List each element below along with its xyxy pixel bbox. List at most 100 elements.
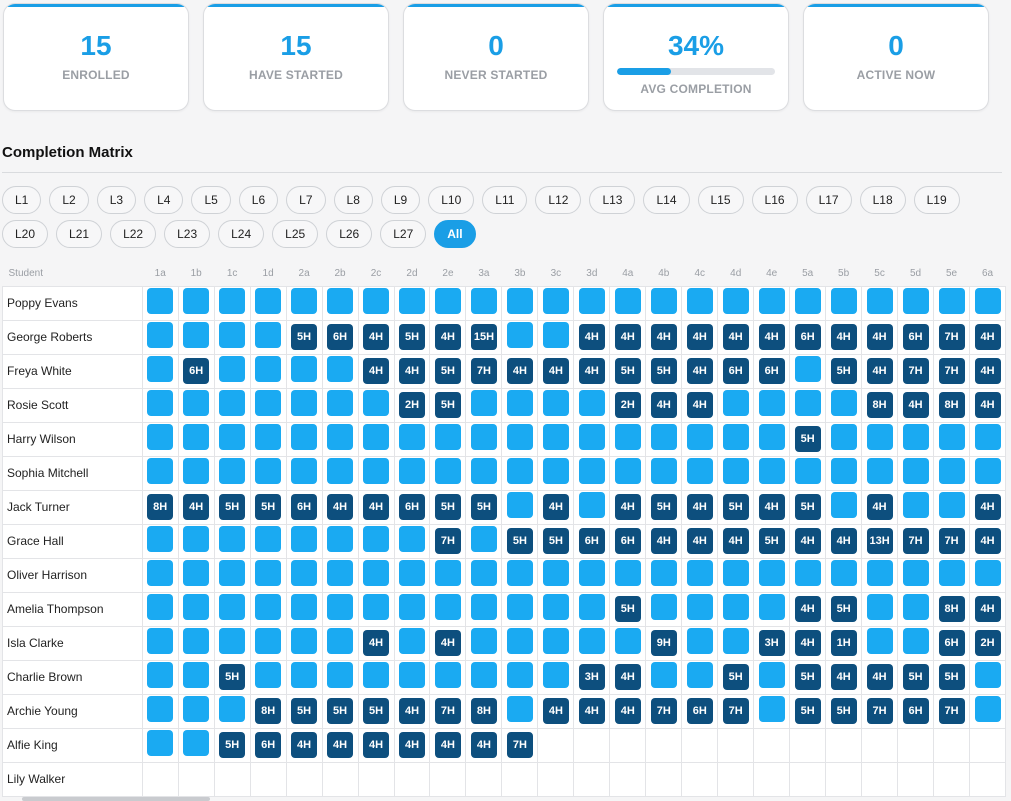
progress-cell-in-progress[interactable]	[434, 661, 461, 688]
progress-cell-completed[interactable]: 5H	[470, 494, 497, 520]
progress-cell-in-progress[interactable]	[219, 695, 246, 722]
progress-cell-in-progress[interactable]	[183, 627, 210, 654]
progress-cell-in-progress[interactable]	[327, 593, 354, 620]
progress-cell-in-progress[interactable]	[794, 287, 821, 314]
progress-cell-in-progress[interactable]	[830, 559, 857, 586]
progress-cell-completed[interactable]: 4H	[650, 324, 677, 350]
progress-cell-in-progress[interactable]	[363, 593, 390, 620]
progress-cell-completed[interactable]: 4H	[363, 494, 390, 520]
progress-cell-in-progress[interactable]	[722, 423, 749, 450]
progress-cell-in-progress[interactable]	[578, 389, 605, 416]
progress-cell-completed[interactable]: 7H	[938, 528, 965, 554]
progress-cell-completed[interactable]: 6H	[938, 630, 965, 656]
progress-cell-completed[interactable]: 9H	[650, 630, 677, 656]
progress-cell-completed[interactable]: 4H	[578, 698, 605, 724]
progress-cell-in-progress[interactable]	[650, 559, 677, 586]
progress-cell-in-progress[interactable]	[974, 661, 1001, 688]
progress-cell-in-progress[interactable]	[722, 287, 749, 314]
filter-chip-l23[interactable]: L23	[164, 220, 211, 248]
progress-cell-completed[interactable]: 6H	[398, 494, 425, 520]
filter-chip-l11[interactable]: L11	[482, 186, 528, 214]
progress-cell-completed[interactable]: 5H	[830, 698, 857, 724]
progress-cell-in-progress[interactable]	[506, 627, 533, 654]
progress-cell-completed[interactable]: 7H	[938, 324, 965, 350]
progress-cell-in-progress[interactable]	[470, 525, 497, 552]
progress-cell-in-progress[interactable]	[542, 559, 569, 586]
progress-cell-completed[interactable]: 4H	[686, 358, 713, 384]
progress-cell-in-progress[interactable]	[291, 593, 318, 620]
progress-cell-in-progress[interactable]	[327, 559, 354, 586]
progress-cell-completed[interactable]: 5H	[830, 596, 857, 622]
filter-chip-l10[interactable]: L10	[428, 186, 475, 214]
progress-cell-in-progress[interactable]	[686, 593, 713, 620]
progress-cell-in-progress[interactable]	[255, 355, 282, 382]
filter-chip-all[interactable]: All	[434, 220, 476, 248]
progress-cell-completed[interactable]: 8H	[470, 698, 497, 724]
progress-cell-completed[interactable]: 4H	[578, 358, 605, 384]
progress-cell-completed[interactable]: 8H	[938, 392, 965, 418]
progress-cell-completed[interactable]: 6H	[578, 528, 605, 554]
progress-cell-completed[interactable]: 4H	[183, 494, 210, 520]
progress-cell-completed[interactable]: 7H	[938, 698, 965, 724]
progress-cell-completed[interactable]: 5H	[434, 392, 461, 418]
progress-cell-in-progress[interactable]	[902, 593, 929, 620]
progress-cell-in-progress[interactable]	[219, 389, 246, 416]
filter-chip-l12[interactable]: L12	[535, 186, 582, 214]
progress-cell-completed[interactable]: 6H	[183, 358, 210, 384]
progress-cell-completed[interactable]: 4H	[542, 358, 569, 384]
progress-cell-completed[interactable]: 6H	[686, 698, 713, 724]
progress-cell-in-progress[interactable]	[183, 321, 210, 348]
progress-cell-in-progress[interactable]	[866, 423, 893, 450]
progress-cell-in-progress[interactable]	[902, 423, 929, 450]
progress-cell-completed[interactable]: 5H	[291, 324, 318, 350]
progress-cell-in-progress[interactable]	[147, 423, 174, 450]
filter-chip-l3[interactable]: L3	[96, 186, 137, 214]
progress-cell-in-progress[interactable]	[614, 423, 641, 450]
progress-cell-completed[interactable]: 5H	[434, 358, 461, 384]
progress-cell-in-progress[interactable]	[542, 627, 569, 654]
progress-cell-in-progress[interactable]	[255, 525, 282, 552]
progress-cell-completed[interactable]: 2H	[398, 392, 425, 418]
progress-cell-completed[interactable]: 4H	[434, 324, 461, 350]
progress-cell-in-progress[interactable]	[470, 593, 497, 620]
progress-cell-in-progress[interactable]	[902, 457, 929, 484]
progress-cell-completed[interactable]: 4H	[686, 392, 713, 418]
progress-cell-completed[interactable]: 4H	[974, 528, 1001, 554]
progress-cell-completed[interactable]: 4H	[866, 358, 893, 384]
progress-cell-completed[interactable]: 4H	[866, 494, 893, 520]
progress-cell-completed[interactable]: 4H	[363, 358, 390, 384]
progress-cell-in-progress[interactable]	[434, 423, 461, 450]
progress-cell-completed[interactable]: 4H	[686, 324, 713, 350]
progress-cell-completed[interactable]: 4H	[758, 494, 785, 520]
progress-cell-completed[interactable]: 4H	[291, 732, 318, 758]
progress-cell-completed[interactable]: 4H	[722, 528, 749, 554]
progress-cell-in-progress[interactable]	[758, 287, 785, 314]
progress-cell-in-progress[interactable]	[470, 423, 497, 450]
progress-cell-in-progress[interactable]	[974, 559, 1001, 586]
progress-cell-in-progress[interactable]	[866, 627, 893, 654]
progress-cell-in-progress[interactable]	[219, 559, 246, 586]
progress-cell-completed[interactable]: 4H	[542, 698, 569, 724]
progress-cell-completed[interactable]: 5H	[363, 698, 390, 724]
progress-cell-in-progress[interactable]	[183, 423, 210, 450]
progress-cell-completed[interactable]: 4H	[614, 324, 641, 350]
progress-cell-completed[interactable]: 4H	[794, 528, 821, 554]
progress-cell-in-progress[interactable]	[902, 627, 929, 654]
progress-cell-completed[interactable]: 5H	[758, 528, 785, 554]
progress-cell-in-progress[interactable]	[291, 355, 318, 382]
progress-cell-completed[interactable]: 5H	[650, 358, 677, 384]
progress-cell-completed[interactable]: 4H	[578, 324, 605, 350]
progress-cell-completed[interactable]: 3H	[758, 630, 785, 656]
progress-cell-completed[interactable]: 6H	[758, 358, 785, 384]
progress-cell-completed[interactable]: 5H	[794, 426, 821, 452]
horizontal-scrollbar[interactable]	[22, 797, 210, 801]
progress-cell-in-progress[interactable]	[650, 457, 677, 484]
progress-cell-completed[interactable]: 7H	[434, 698, 461, 724]
progress-cell-completed[interactable]: 4H	[974, 324, 1001, 350]
progress-cell-in-progress[interactable]	[398, 627, 425, 654]
progress-cell-in-progress[interactable]	[866, 593, 893, 620]
progress-cell-in-progress[interactable]	[578, 491, 605, 518]
progress-cell-completed[interactable]: 4H	[614, 494, 641, 520]
progress-cell-in-progress[interactable]	[866, 559, 893, 586]
progress-cell-completed[interactable]: 5H	[542, 528, 569, 554]
